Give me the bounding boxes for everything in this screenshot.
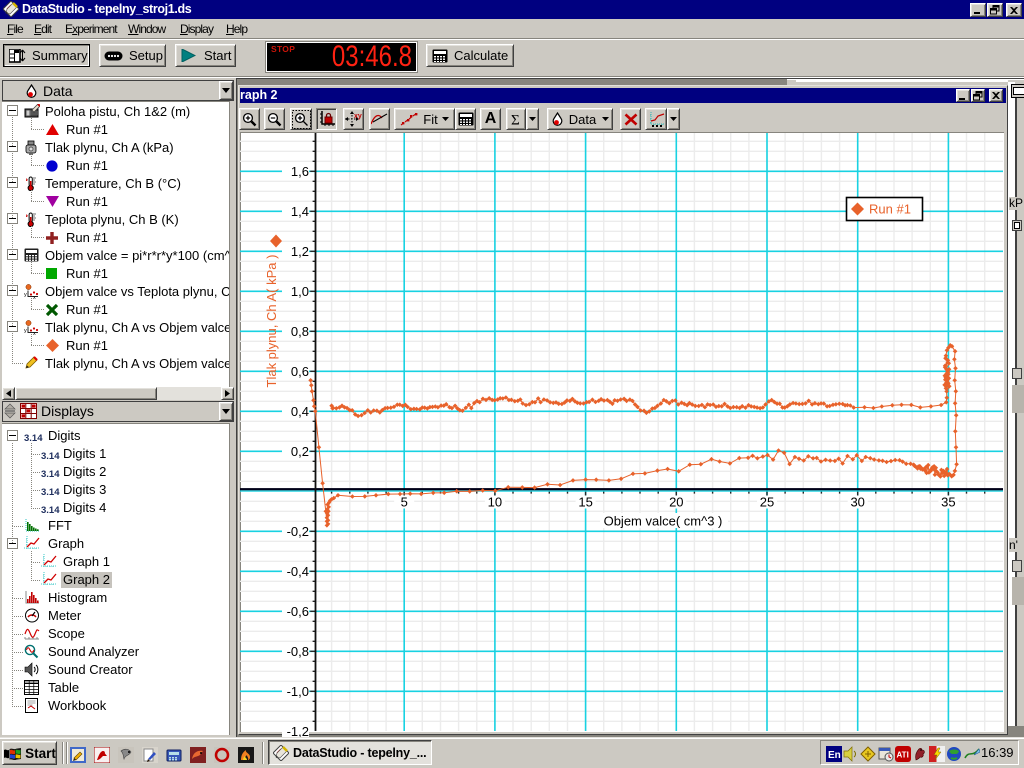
svg-text:0,8: 0,8: [291, 324, 309, 339]
svg-text:25: 25: [760, 495, 774, 510]
svg-text:1,6: 1,6: [291, 164, 309, 179]
svg-text:0,2: 0,2: [291, 444, 309, 459]
svg-text:0,4: 0,4: [291, 404, 309, 419]
svg-text:1,0: 1,0: [291, 284, 309, 299]
svg-text:10: 10: [488, 495, 502, 510]
svg-text:Run #1: Run #1: [869, 202, 911, 217]
svg-text:-0,6: -0,6: [287, 604, 309, 619]
svg-text:En: En: [828, 750, 841, 761]
svg-text:1,2: 1,2: [291, 244, 309, 259]
svg-text:30: 30: [850, 495, 864, 510]
svg-text:-0,4: -0,4: [287, 564, 309, 579]
svg-text:-0,2: -0,2: [287, 524, 309, 539]
svg-text:Tlak plynu, Ch A( kPa ): Tlak plynu, Ch A( kPa ): [264, 255, 279, 388]
svg-text:Objem valce( cm^3 ): Objem valce( cm^3 ): [604, 514, 723, 529]
svg-text:20: 20: [669, 495, 683, 510]
svg-text:ATI: ATI: [896, 751, 908, 760]
svg-text:0,6: 0,6: [291, 364, 309, 379]
svg-text:1,4: 1,4: [291, 204, 309, 219]
svg-text:15: 15: [578, 495, 592, 510]
svg-text:5: 5: [401, 495, 408, 510]
svg-text:35: 35: [941, 495, 955, 510]
svg-text:-0,8: -0,8: [287, 644, 309, 659]
svg-text:-1,0: -1,0: [287, 684, 309, 699]
